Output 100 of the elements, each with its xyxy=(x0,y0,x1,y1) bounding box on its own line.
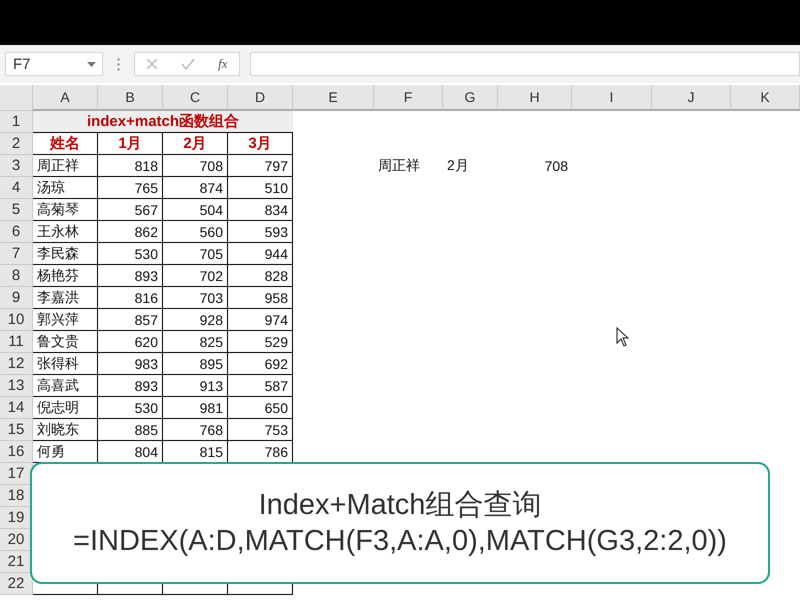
column-header[interactable]: G xyxy=(443,85,498,111)
column-header[interactable]: F xyxy=(374,85,443,111)
column-header[interactable]: J xyxy=(652,85,731,111)
table-cell: 825 xyxy=(163,331,228,353)
table-cell: 708 xyxy=(163,155,228,177)
column-heading: 3月 xyxy=(228,133,293,155)
table-cell: 828 xyxy=(228,265,293,287)
table-cell: 593 xyxy=(228,221,293,243)
table-cell: 974 xyxy=(228,309,293,331)
table-cell: 张得科 xyxy=(33,353,98,375)
table-cell: 刘晓东 xyxy=(33,419,98,441)
table-cell: 汤琼 xyxy=(33,177,98,199)
table-cell: 862 xyxy=(98,221,163,243)
table-cell: 504 xyxy=(163,199,228,221)
table-cell: 981 xyxy=(163,397,228,419)
row-header[interactable]: 12 xyxy=(0,353,33,375)
column-header[interactable]: E xyxy=(293,85,374,111)
column-heading: 1月 xyxy=(98,133,163,155)
row-header[interactable]: 21 xyxy=(0,551,33,573)
table-cell: 620 xyxy=(98,331,163,353)
row-header[interactable]: 9 xyxy=(0,287,33,309)
table-cell: 944 xyxy=(228,243,293,265)
table-cell: 510 xyxy=(228,177,293,199)
row-header[interactable]: 1 xyxy=(0,111,33,133)
table-cell: 鲁文贵 xyxy=(33,331,98,353)
caret-icon xyxy=(87,62,96,66)
mouse-pointer-icon xyxy=(616,327,629,347)
table-cell: 874 xyxy=(163,177,228,199)
row-header[interactable]: 13 xyxy=(0,375,33,397)
table-cell: 834 xyxy=(228,199,293,221)
lookup-month-cell-text: 2月 xyxy=(446,156,470,175)
lookup-result-cell-text: 708 xyxy=(544,157,569,176)
table-cell: 倪志明 xyxy=(33,397,98,419)
cell-reference: F7 xyxy=(13,56,31,72)
column-header[interactable]: K xyxy=(731,85,800,111)
table-cell: 郭兴萍 xyxy=(33,309,98,331)
column-header[interactable]: C xyxy=(163,85,228,111)
table-cell: 768 xyxy=(163,419,228,441)
row-header[interactable]: 8 xyxy=(0,265,33,287)
cancel-icon[interactable] xyxy=(146,58,158,70)
table-cell: 李嘉洪 xyxy=(33,287,98,309)
table-cell: 928 xyxy=(163,309,228,331)
column-header[interactable]: D xyxy=(228,85,293,111)
row-header[interactable]: 6 xyxy=(0,221,33,243)
column-header[interactable]: B xyxy=(98,85,163,111)
row-header[interactable]: 20 xyxy=(0,529,33,551)
table-cell: 560 xyxy=(163,221,228,243)
column-heading: 姓名 xyxy=(33,133,98,155)
table-cell: 李民森 xyxy=(33,243,98,265)
caption-formula: =INDEX(A:D,MATCH(F3,A:A,0),MATCH(G3,2:2,0)) xyxy=(73,524,727,559)
row-header[interactable]: 22 xyxy=(0,573,33,595)
table-cell: 530 xyxy=(98,243,163,265)
table-cell: 983 xyxy=(98,353,163,375)
table-cell: 857 xyxy=(98,309,163,331)
table-cell: 周正祥 xyxy=(33,155,98,177)
row-header[interactable]: 4 xyxy=(0,177,33,199)
column-heading: 2月 xyxy=(163,133,228,155)
checkmark-icon[interactable] xyxy=(181,58,196,70)
table-cell: 530 xyxy=(98,397,163,419)
row-header[interactable]: 10 xyxy=(0,309,33,331)
table-cell: 705 xyxy=(163,243,228,265)
table-cell: 杨艳芬 xyxy=(33,265,98,287)
table-cell: 958 xyxy=(228,287,293,309)
row-header[interactable]: 17 xyxy=(0,463,33,485)
row-header[interactable]: 14 xyxy=(0,397,33,419)
table-cell: 818 xyxy=(98,155,163,177)
table-cell: 913 xyxy=(163,375,228,397)
table-cell: 816 xyxy=(98,287,163,309)
table-cell: 王永林 xyxy=(33,221,98,243)
table-cell: 692 xyxy=(228,353,293,375)
row-header[interactable]: 5 xyxy=(0,199,33,221)
select-all-corner[interactable] xyxy=(0,85,33,111)
row-header[interactable]: 3 xyxy=(0,155,33,177)
table-cell: 高菊琴 xyxy=(33,199,98,221)
row-header[interactable]: 16 xyxy=(0,441,33,463)
table-cell: 567 xyxy=(98,199,163,221)
insert-function-button[interactable]: fx xyxy=(218,56,228,72)
column-header[interactable]: I xyxy=(572,85,652,111)
table-cell: 529 xyxy=(228,331,293,353)
table-cell: 797 xyxy=(228,155,293,177)
row-header[interactable]: 7 xyxy=(0,243,33,265)
column-header[interactable]: H xyxy=(498,85,572,111)
table-cell: 587 xyxy=(228,375,293,397)
row-header[interactable]: 2 xyxy=(0,133,33,155)
table-title: index+match函数组合 xyxy=(33,111,293,133)
row-header[interactable]: 19 xyxy=(0,507,33,529)
formula-input[interactable] xyxy=(250,52,800,76)
table-cell: 885 xyxy=(98,419,163,441)
table-cell: 753 xyxy=(228,419,293,441)
name-box[interactable]: F7 xyxy=(5,52,103,76)
row-header[interactable]: 11 xyxy=(0,331,33,353)
row-header[interactable]: 15 xyxy=(0,419,33,441)
table-cell: 650 xyxy=(228,397,293,419)
table-cell: 703 xyxy=(163,287,228,309)
column-header[interactable]: A xyxy=(33,85,98,111)
drag-handle-icon[interactable] xyxy=(117,58,120,70)
table-cell: 893 xyxy=(98,265,163,287)
table-cell: 895 xyxy=(163,353,228,375)
row-header[interactable]: 18 xyxy=(0,485,33,507)
table-cell: 765 xyxy=(98,177,163,199)
